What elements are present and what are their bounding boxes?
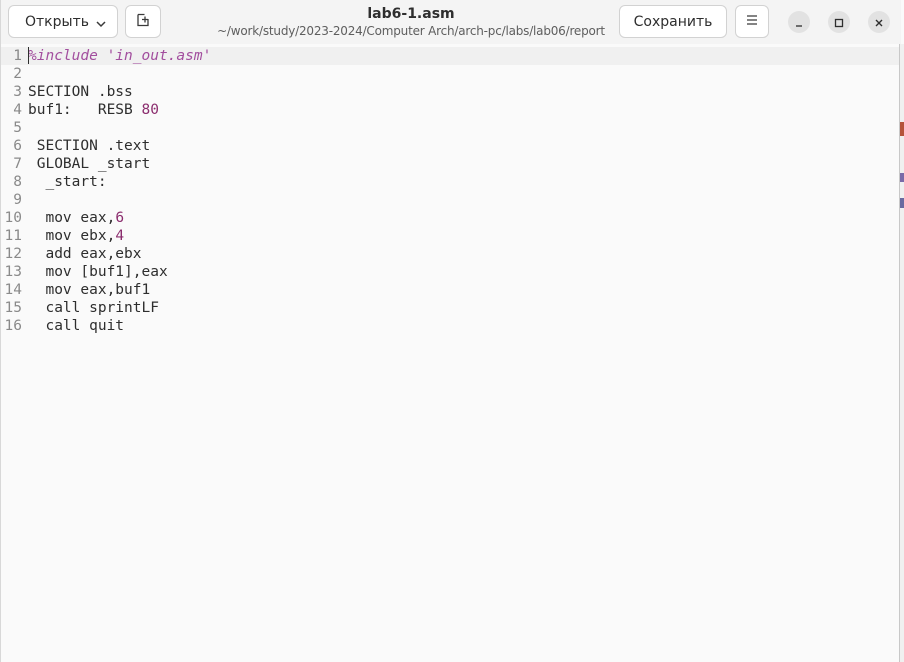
code-line[interactable]: 13 mov [buf1],eax [1,263,899,281]
line-number: 13 [4,264,22,280]
line-number: 7 [13,156,22,172]
line-number: 3 [13,84,22,100]
code-line[interactable]: 8 _start: [1,173,899,191]
code-line[interactable]: 12 add eax,ebx [1,245,899,263]
code-text: %include 'in_out.asm' [28,48,212,64]
chevron-down-icon [95,17,107,33]
close-icon [874,13,884,32]
line-number: 14 [4,282,22,298]
line-number: 1 [13,48,22,64]
save-button-label: Сохранить [633,13,713,30]
code-text: add eax,ebx [28,246,142,262]
code-line[interactable]: 4 buf1: RESB 80 [1,101,899,119]
save-button[interactable]: Сохранить [619,5,727,38]
code-line[interactable]: 2 [1,65,899,83]
minimize-icon [794,13,804,32]
line-number: 10 [4,210,22,226]
code-text: mov eax,6 [28,210,125,226]
code-text: mov [buf1],eax [28,264,168,280]
code-text: GLOBAL _start [28,156,151,172]
code-line[interactable]: 10 mov eax,6 [1,209,899,227]
text-caret [28,47,29,64]
code-line[interactable]: 6 SECTION .text [1,137,899,155]
maximize-button[interactable] [828,11,850,33]
close-button[interactable] [868,11,890,33]
code-line[interactable]: 11 mov ebx,4 [1,227,899,245]
code-line[interactable]: 3 SECTION .bss [1,83,899,101]
line-number: 5 [13,120,22,136]
new-tab-icon [135,12,151,32]
code-text: call sprintLF [28,300,159,316]
code-text: buf1: RESB 80 [28,102,159,118]
header-bar: Открыть lab6-1.asm ~/work/study/2023-202… [1,0,901,44]
code-text: SECTION .text [28,138,151,154]
main-menu-button[interactable] [735,5,769,38]
code-line[interactable]: 9 [1,191,899,209]
code-line[interactable]: 14 mov eax,buf1 [1,281,899,299]
maximize-icon [834,13,844,32]
code-text: mov ebx,4 [28,228,125,244]
document-title: lab6-1.asm [367,6,455,22]
code-line[interactable]: 1 %include 'in_out.asm' [1,47,899,65]
new-tab-button[interactable] [125,5,161,38]
document-path: ~/work/study/2023-2024/Computer Arch/arc… [217,24,605,38]
open-button-label: Открыть [25,13,89,30]
line-number: 4 [13,102,22,118]
code-text: SECTION .bss [28,84,133,100]
background-window-edge [900,122,904,136]
hamburger-menu-icon [745,13,759,31]
line-number: 9 [13,192,22,208]
line-number: 16 [4,318,22,334]
line-number: 6 [13,138,22,154]
line-number: 11 [4,228,22,244]
background-window-edge [900,173,904,182]
text-editor[interactable]: 1 %include 'in_out.asm' 2 3 SECTION .bss 4 buf… [1,46,899,662]
open-button[interactable]: Открыть [8,5,118,38]
code-line[interactable]: 16 call quit [1,317,899,335]
code-line[interactable]: 15 call sprintLF [1,299,899,317]
title-block: lab6-1.asm ~/work/study/2023-2024/Comput… [201,6,621,39]
line-number: 15 [4,300,22,316]
code-line[interactable]: 7 GLOBAL _start [1,155,899,173]
line-number: 2 [13,66,22,82]
code-text: call quit [28,318,125,334]
line-number: 8 [13,174,22,190]
code-text: _start: [28,174,107,190]
code-text: mov eax,buf1 [28,282,151,298]
window-edge [899,44,904,662]
background-window-edge [900,198,904,208]
gedit-window: Открыть lab6-1.asm ~/work/study/2023-202… [0,0,904,662]
line-number: 12 [4,246,22,262]
minimize-button[interactable] [788,11,810,33]
code-line[interactable]: 5 [1,119,899,137]
